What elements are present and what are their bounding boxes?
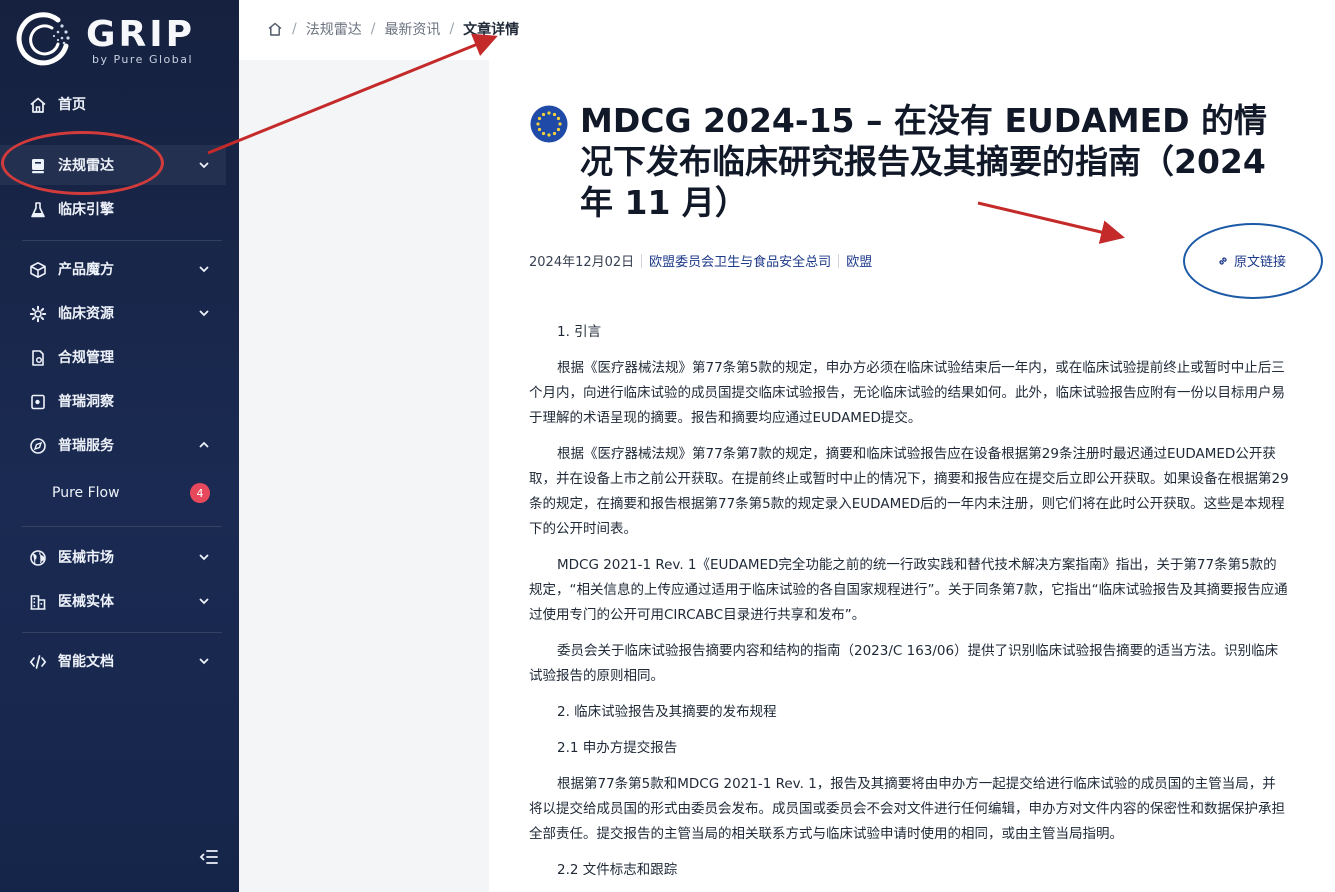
sidebar-item-label: 医械实体 bbox=[58, 594, 114, 610]
chevron-down-icon[interactable] bbox=[198, 307, 210, 319]
meta-divider bbox=[838, 253, 840, 268]
home-icon bbox=[29, 96, 47, 114]
breadcrumb-link-latest-news[interactable]: 最新资讯 bbox=[384, 19, 440, 39]
breadcrumb-separator: / bbox=[370, 21, 376, 37]
gear-icon bbox=[29, 305, 47, 323]
breadcrumb-current: 文章详情 bbox=[463, 22, 520, 38]
sidebar-item-services[interactable]: 普瑞服务 bbox=[0, 425, 226, 465]
sidebar-item-compliance[interactable]: 合规管理 bbox=[0, 337, 226, 377]
breadcrumb-link-regulatory-radar[interactable]: 法规雷达 bbox=[306, 19, 362, 39]
link-icon bbox=[1219, 256, 1227, 265]
logo-tagline: by Pure Global bbox=[92, 53, 194, 66]
logo-mark-icon bbox=[16, 12, 70, 66]
building-icon bbox=[29, 593, 47, 611]
insight-icon bbox=[29, 393, 47, 411]
home-icon[interactable] bbox=[267, 21, 283, 37]
article-paragraph: 根据《医疗器械法规》第77条第5款的规定，申办方必须在临床试验结束后一年内，或在… bbox=[529, 360, 1285, 426]
sidebar-item-label: 医械市场 bbox=[58, 550, 114, 566]
logo[interactable]: GRIP by Pure Global bbox=[14, 10, 229, 70]
sidebar-item-clinical-engine[interactable]: 临床引擎 bbox=[0, 189, 226, 229]
chevron-down-icon[interactable] bbox=[198, 159, 210, 171]
sidebar-item-label: 法规雷达 bbox=[58, 158, 114, 174]
sidebar-item-home[interactable]: 首页 bbox=[0, 84, 226, 124]
sidebar: GRIP by Pure Global 首页 法规雷达 临床引擎 产品魔方 临床… bbox=[0, 0, 239, 892]
article-heading: 2.1 申办方提交报告 bbox=[557, 740, 678, 756]
article-title: MDCG 2024-15 – 在没有 EUDAMED 的情况下发布临床研究报告及… bbox=[580, 101, 1267, 222]
sidebar-subitem-pure-flow[interactable]: Pure Flow 4 bbox=[0, 473, 226, 513]
sidebar-item-device-entities[interactable]: 医械实体 bbox=[0, 581, 226, 621]
notification-badge: 4 bbox=[190, 483, 210, 503]
breadcrumb: / 法规雷达 / 最新资讯 / 文章详情 bbox=[267, 19, 519, 39]
sidebar-item-label: 合规管理 bbox=[58, 350, 114, 366]
eu-flag-icon bbox=[530, 105, 568, 143]
article-source-link[interactable]: 欧盟委员会卫生与食品安全总司 bbox=[649, 251, 831, 270]
sidebar-item-insights[interactable]: 普瑞洞察 bbox=[0, 381, 226, 421]
article-heading: 1. 引言 bbox=[557, 324, 602, 340]
compliance-doc-icon bbox=[29, 349, 47, 367]
compass-icon bbox=[29, 437, 47, 455]
breadcrumb-separator: / bbox=[449, 21, 455, 37]
article-panel: MDCG 2024-15 – 在没有 EUDAMED 的情况下发布临床研究报告及… bbox=[489, 60, 1335, 892]
globe-icon bbox=[29, 549, 47, 567]
article-body: 1. 引言根据《医疗器械法规》第77条第5款的规定，申办方必须在临床试验结束后一… bbox=[529, 320, 1289, 892]
nav-divider bbox=[22, 240, 222, 241]
article-region-link[interactable]: 欧盟 bbox=[846, 251, 872, 270]
sidebar-item-product-cube[interactable]: 产品魔方 bbox=[0, 249, 226, 289]
top-bar: / 法规雷达 / 最新资讯 / 文章详情 bbox=[239, 0, 1335, 60]
breadcrumb-separator: / bbox=[292, 21, 297, 37]
radar-doc-icon bbox=[29, 157, 47, 175]
nav-divider bbox=[22, 632, 222, 633]
sidebar-item-label: 临床引擎 bbox=[58, 202, 114, 218]
article-meta: 2024年12月02日 欧盟委员会卫生与食品安全总司 欧盟 bbox=[529, 251, 872, 270]
chevron-down-icon[interactable] bbox=[198, 551, 210, 563]
original-link-label: 原文链接 bbox=[1234, 255, 1287, 270]
sidebar-item-device-market[interactable]: 医械市场 bbox=[0, 537, 226, 577]
sidebar-item-label: 产品魔方 bbox=[58, 262, 114, 278]
chevron-down-icon[interactable] bbox=[198, 595, 210, 607]
article-paragraph: 根据《医疗器械法规》第77条第7款的规定，摘要和临床试验报告应在设备根据第29条… bbox=[529, 446, 1289, 537]
flask-icon bbox=[29, 201, 47, 219]
chevron-down-icon[interactable] bbox=[198, 655, 210, 667]
code-doc-icon bbox=[29, 653, 47, 671]
chevron-down-icon[interactable] bbox=[198, 263, 210, 275]
sidebar-subitem-label: Pure Flow bbox=[52, 485, 120, 501]
cube-icon bbox=[29, 261, 47, 279]
chevron-up-icon[interactable] bbox=[198, 439, 210, 451]
sidebar-item-label: 智能文档 bbox=[58, 654, 114, 670]
sidebar-item-label: 临床资源 bbox=[58, 306, 114, 322]
sidebar-item-label: 首页 bbox=[58, 97, 86, 113]
article-paragraph: 根据第77条第5款和MDCG 2021-1 Rev. 1，报告及其摘要将由申办方… bbox=[529, 776, 1285, 842]
nav-divider bbox=[22, 526, 222, 527]
content-gutter bbox=[239, 60, 489, 892]
collapse-sidebar-icon[interactable] bbox=[199, 848, 219, 866]
article-date: 2024年12月02日 bbox=[529, 255, 635, 270]
article-heading: 2.2 文件标志和跟踪 bbox=[557, 862, 678, 878]
article-heading: 2. 临床试验报告及其摘要的发布规程 bbox=[557, 704, 777, 720]
meta-divider bbox=[641, 253, 643, 268]
sidebar-item-regulatory-radar[interactable]: 法规雷达 bbox=[0, 145, 226, 185]
logo-wordmark: GRIP bbox=[86, 14, 196, 55]
original-link-button[interactable]: 原文链接 bbox=[1217, 251, 1286, 270]
article-paragraph: MDCG 2021-1 Rev. 1《EUDAMED完全功能之前的统一行政实践和… bbox=[529, 557, 1288, 623]
sidebar-item-label: 普瑞洞察 bbox=[58, 394, 114, 410]
article-paragraph: 委员会关于临床试验报告摘要内容和结构的指南（2023/C 163/06）提供了识… bbox=[529, 643, 1279, 684]
sidebar-item-label: 普瑞服务 bbox=[58, 438, 114, 454]
sidebar-item-clinical-resources[interactable]: 临床资源 bbox=[0, 293, 226, 333]
sidebar-item-smart-docs[interactable]: 智能文档 bbox=[0, 641, 226, 681]
